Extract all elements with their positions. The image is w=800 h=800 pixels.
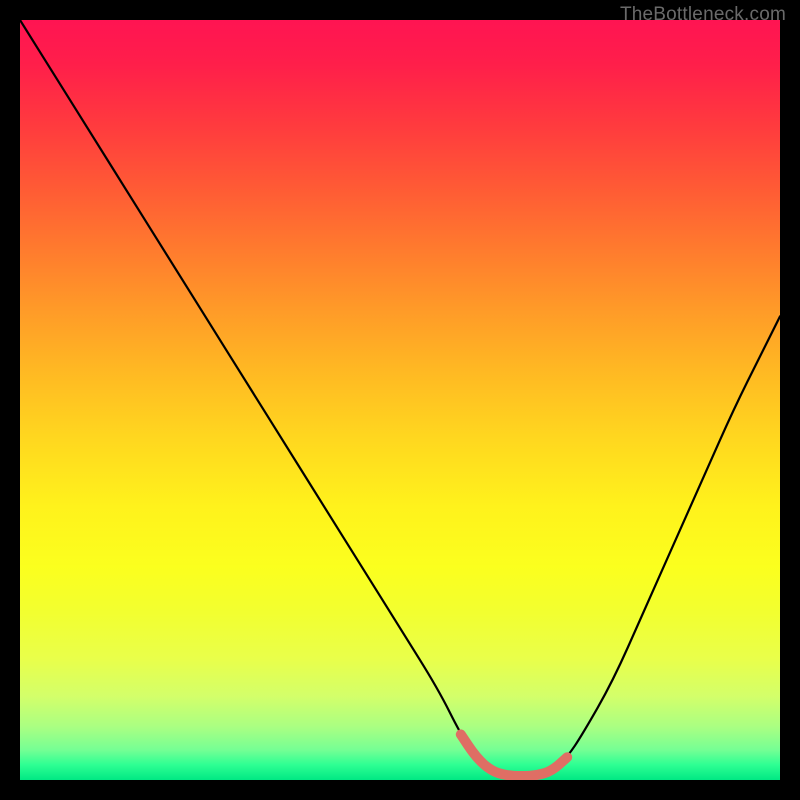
plot-area — [20, 20, 780, 780]
optimal-range-marker — [461, 734, 567, 776]
bottleneck-curve — [20, 20, 780, 776]
chart-frame: TheBottleneck.com — [0, 0, 800, 800]
curve-layer — [20, 20, 780, 780]
